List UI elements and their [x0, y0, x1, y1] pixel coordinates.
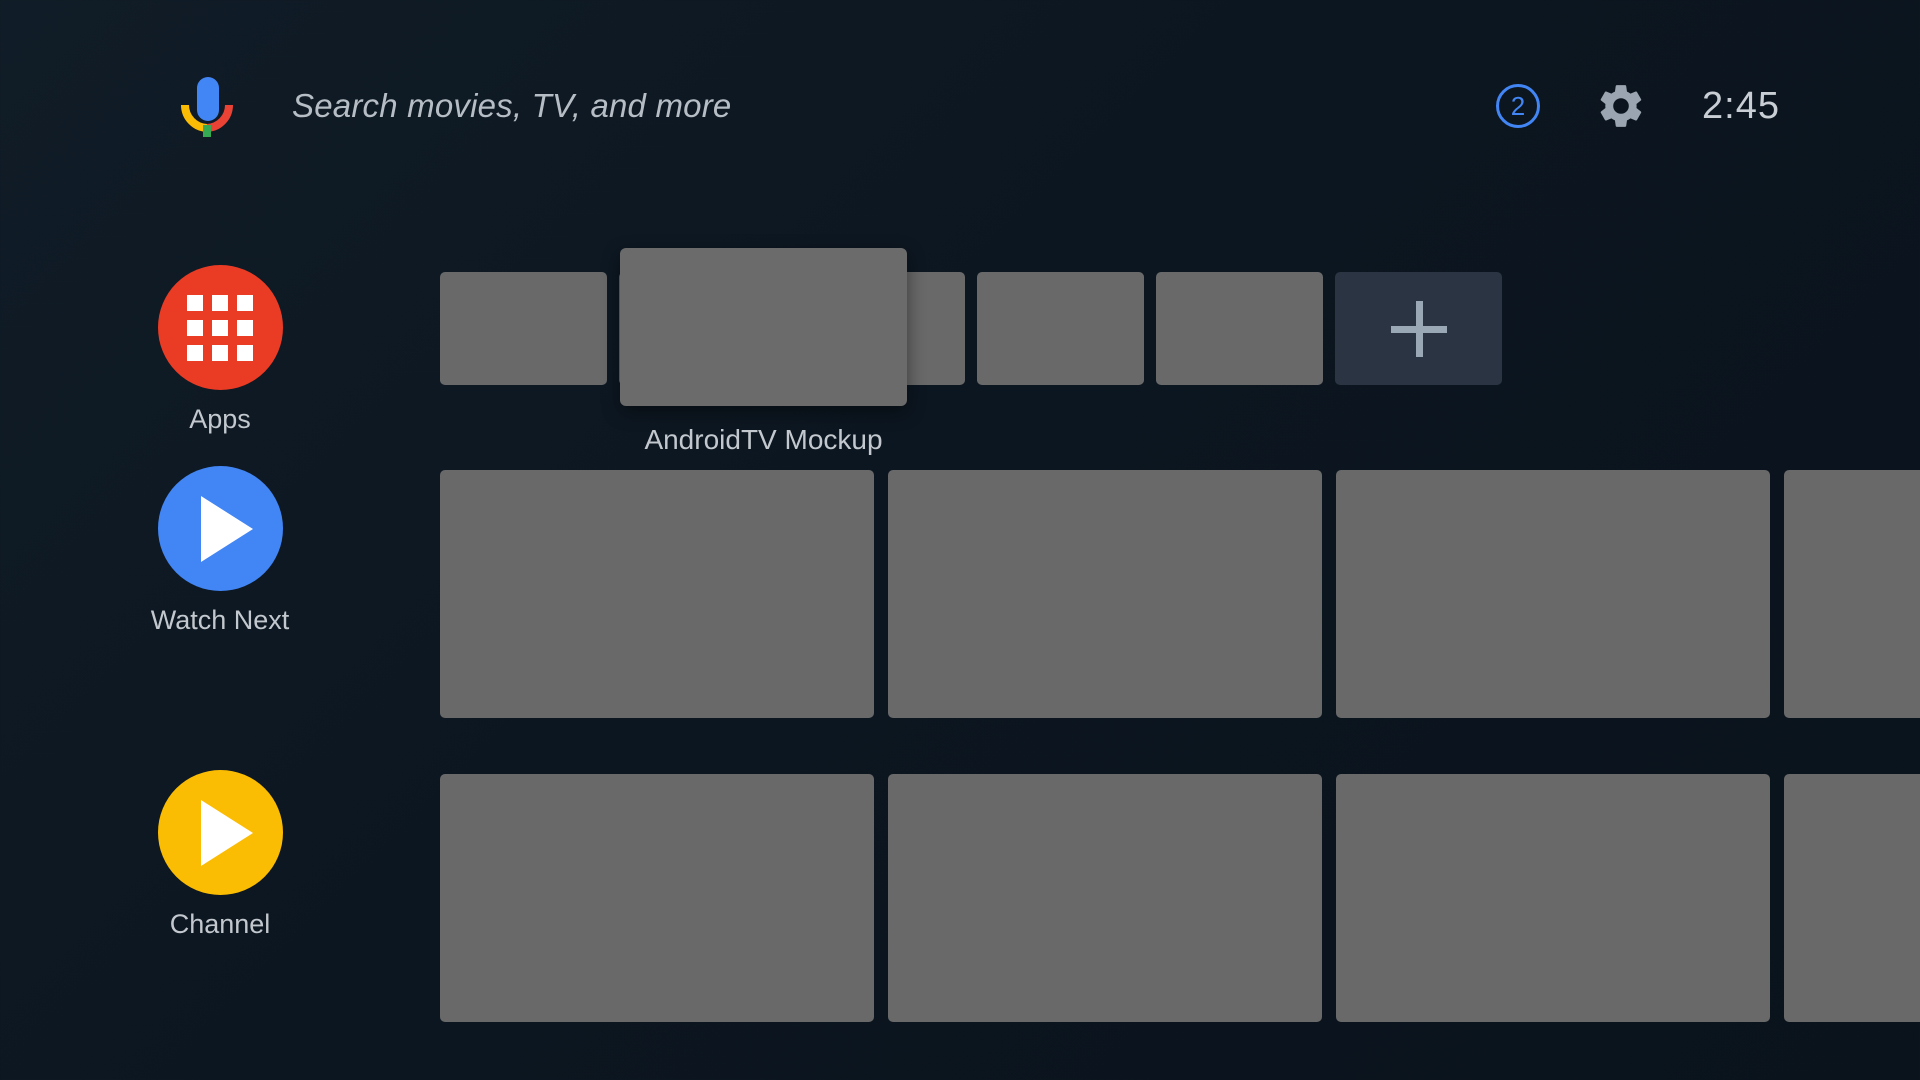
- play-circle-icon[interactable]: [157, 466, 283, 591]
- search-bar[interactable]: Search movies, TV, and more: [178, 75, 731, 137]
- focused-app-tile-label: AndroidTV Mockup: [644, 424, 883, 455]
- plus-icon: [1390, 300, 1447, 357]
- content-tile[interactable]: [1784, 774, 1920, 1022]
- content-tile[interactable]: [888, 470, 1322, 718]
- focused-app-tile-wrapper[interactable]: AndroidTV Mockup: [620, 248, 907, 456]
- top-bar: Search movies, TV, and more 2 2:45: [0, 0, 1920, 210]
- play-triangle-icon: [201, 799, 253, 866]
- android-tv-home-screen: Search movies, TV, and more 2 2:45 Apps: [0, 0, 1920, 1080]
- content-tile[interactable]: [440, 470, 874, 718]
- apps-grid-icon[interactable]: [157, 265, 283, 390]
- app-tile[interactable]: [1156, 272, 1323, 385]
- content-tile[interactable]: [440, 774, 874, 1022]
- search-placeholder-text[interactable]: Search movies, TV, and more: [292, 87, 731, 125]
- row-icon-apps[interactable]: Apps: [155, 265, 285, 435]
- row-label-channel: Channel: [169, 909, 271, 939]
- content-tile[interactable]: [888, 774, 1322, 1022]
- app-tile[interactable]: [977, 272, 1144, 385]
- clock: 2:45: [1702, 84, 1780, 127]
- google-assistant-mic-icon[interactable]: [178, 75, 236, 137]
- row-label-apps: Apps: [189, 404, 251, 434]
- app-tile[interactable]: [440, 272, 607, 385]
- content-tile[interactable]: [1336, 470, 1770, 718]
- content-tile[interactable]: [1784, 470, 1920, 718]
- focused-app-tile[interactable]: [620, 248, 907, 406]
- gear-icon[interactable]: [1595, 80, 1647, 132]
- apps-tile-strip: [440, 272, 1502, 385]
- notification-badge[interactable]: 2: [1496, 84, 1541, 128]
- row-icon-channel[interactable]: Channel: [155, 770, 285, 940]
- content-tile[interactable]: [1336, 774, 1770, 1022]
- status-area: 2 2:45: [1496, 75, 1780, 137]
- watch-next-tile-strip: [440, 470, 1920, 718]
- add-app-tile[interactable]: [1335, 272, 1502, 385]
- play-circle-icon[interactable]: [157, 770, 283, 895]
- row-label-watch-next: Watch Next: [150, 605, 290, 635]
- row-icon-watch-next[interactable]: Watch Next: [151, 466, 289, 636]
- channel-tile-strip: [440, 774, 1920, 1022]
- play-triangle-icon: [201, 495, 253, 562]
